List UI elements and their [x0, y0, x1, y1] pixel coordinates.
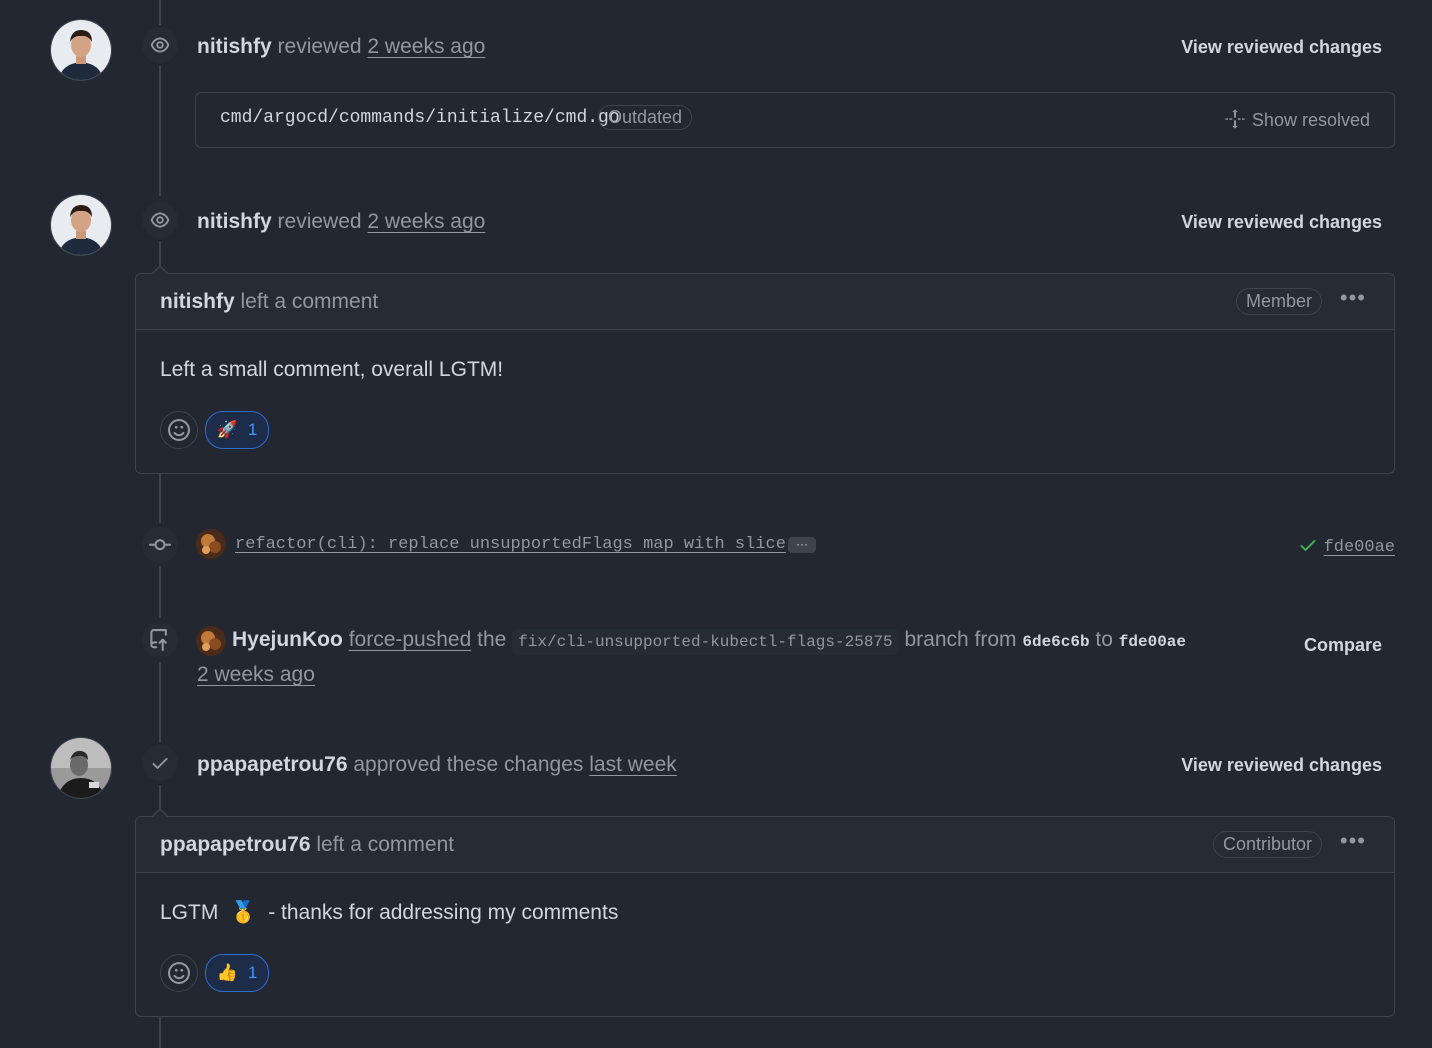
branch-from-text: branch from — [904, 628, 1017, 651]
review-action: reviewed — [277, 210, 362, 233]
committer-avatar[interactable] — [196, 529, 226, 559]
review-header: nitishfy reviewed 2 weeks ago — [197, 210, 485, 234]
approval-header: ppapapetrou76 approved these changes las… — [197, 753, 677, 777]
reaction-count: 1 — [247, 963, 258, 982]
comment-header: nitishfy left a comment Member ••• — [136, 274, 1394, 330]
compare-link[interactable]: Compare — [1304, 635, 1382, 656]
pusher-avatar[interactable] — [196, 626, 226, 656]
timeline-line — [159, 0, 161, 25]
review-comment: nitishfy left a comment Member ••• Left … — [135, 265, 1395, 474]
kebab-menu-icon[interactable]: ••• — [1340, 285, 1366, 311]
check-icon[interactable] — [1298, 535, 1318, 555]
force-push-header: HyejunKoo force-pushed the fix/cli-unsup… — [232, 628, 1186, 655]
comment-body: LGTM 🥇 - thanks for addressing my commen… — [160, 901, 618, 925]
review-comment: ppapapetrou76 left a comment Contributor… — [135, 808, 1395, 1017]
timestamp-link[interactable]: last week — [589, 753, 677, 776]
force-pushed-link[interactable]: force-pushed — [349, 628, 472, 651]
timestamp-link[interactable]: 2 weeks ago — [367, 35, 485, 58]
view-reviewed-changes-link[interactable]: View reviewed changes — [1181, 37, 1382, 58]
file-path-link[interactable]: cmd/argocd/commands/initialize/cmd.go — [220, 108, 620, 128]
branch-name[interactable]: fix/cli-unsupported-kubectl-flags-25875 — [512, 629, 899, 655]
commit-sha-link[interactable]: fde00ae — [1324, 538, 1395, 557]
show-resolved-label: Show resolved — [1251, 110, 1370, 130]
reaction-thumbsup-button[interactable]: 👍 1 — [205, 954, 269, 992]
timeline-line — [159, 66, 161, 196]
timeline-line — [159, 566, 161, 618]
username-link[interactable]: ppapapetrou76 — [197, 753, 348, 776]
timestamp-link[interactable]: 2 weeks ago — [367, 210, 485, 233]
comment-author-link[interactable]: nitishfy — [160, 290, 235, 313]
comment-action: left a comment — [240, 290, 379, 313]
review-header: nitishfy reviewed 2 weeks ago — [197, 35, 485, 59]
medal-icon: 🥇 — [230, 901, 257, 924]
comment-header: ppapapetrou76 left a comment Contributor… — [136, 817, 1394, 873]
eye-icon — [142, 202, 178, 238]
expand-commit-button[interactable]: ··· — [788, 537, 816, 553]
role-badge: Member — [1235, 288, 1322, 315]
username-link[interactable]: nitishfy — [197, 210, 272, 233]
rocket-icon: 🚀 — [216, 420, 238, 439]
git-commit-icon — [142, 527, 178, 563]
check-icon — [142, 745, 178, 781]
kebab-menu-icon[interactable]: ••• — [1340, 828, 1366, 854]
timestamp-link[interactable]: 2 weeks ago — [197, 663, 315, 686]
comment-action: left a comment — [316, 833, 455, 856]
commit-status: fde00ae — [1298, 535, 1395, 557]
eye-icon — [142, 27, 178, 63]
username-link[interactable]: nitishfy — [197, 35, 272, 58]
review-action: reviewed — [277, 35, 362, 58]
username-link[interactable]: HyejunKoo — [232, 628, 343, 651]
comment-author-link[interactable]: ppapapetrou76 — [160, 833, 311, 856]
timeline-line — [159, 662, 161, 742]
outdated-badge: Outdated — [598, 105, 693, 130]
add-reaction-button[interactable] — [160, 411, 198, 449]
comment-author-line: ppapapetrou76 left a comment — [160, 833, 454, 857]
avatar[interactable] — [50, 737, 112, 799]
to-sha-link[interactable]: fde00ae — [1119, 633, 1186, 651]
view-reviewed-changes-link[interactable]: View reviewed changes — [1181, 212, 1382, 233]
smiley-icon — [168, 962, 190, 984]
show-resolved-button[interactable]: Show resolved — [1224, 108, 1370, 131]
avatar[interactable] — [50, 194, 112, 256]
unfold-icon — [1225, 109, 1245, 129]
to-text: to — [1095, 628, 1113, 651]
timeline-line — [159, 473, 161, 523]
force-push-time: 2 weeks ago — [197, 663, 315, 687]
comment-body: Left a small comment, overall LGTM! — [160, 358, 504, 381]
file-path-box: cmd/argocd/commands/initialize/cmd.go Ou… — [195, 92, 1395, 148]
comment-body-prefix: LGTM — [160, 901, 219, 924]
commit-message-link[interactable]: refactor(cli): replace unsupportedFlags … — [235, 535, 786, 554]
the-text: the — [477, 628, 507, 651]
avatar[interactable] — [50, 19, 112, 81]
reaction-count: 1 — [247, 420, 258, 439]
repo-push-icon — [142, 622, 178, 658]
comment-author-line: nitishfy left a comment — [160, 290, 378, 314]
timeline-line — [159, 1016, 161, 1048]
from-sha-link[interactable]: 6de6c6b — [1022, 633, 1089, 651]
role-badge: Contributor — [1212, 831, 1322, 858]
thumbs-up-icon: 👍 — [216, 963, 238, 982]
comment-body-suffix: - thanks for addressing my comments — [268, 901, 619, 924]
reaction-rocket-button[interactable]: 🚀 1 — [205, 411, 269, 449]
approval-action: approved these changes — [353, 753, 584, 776]
smiley-icon — [168, 419, 190, 441]
add-reaction-button[interactable] — [160, 954, 198, 992]
view-reviewed-changes-link[interactable]: View reviewed changes — [1181, 755, 1382, 776]
